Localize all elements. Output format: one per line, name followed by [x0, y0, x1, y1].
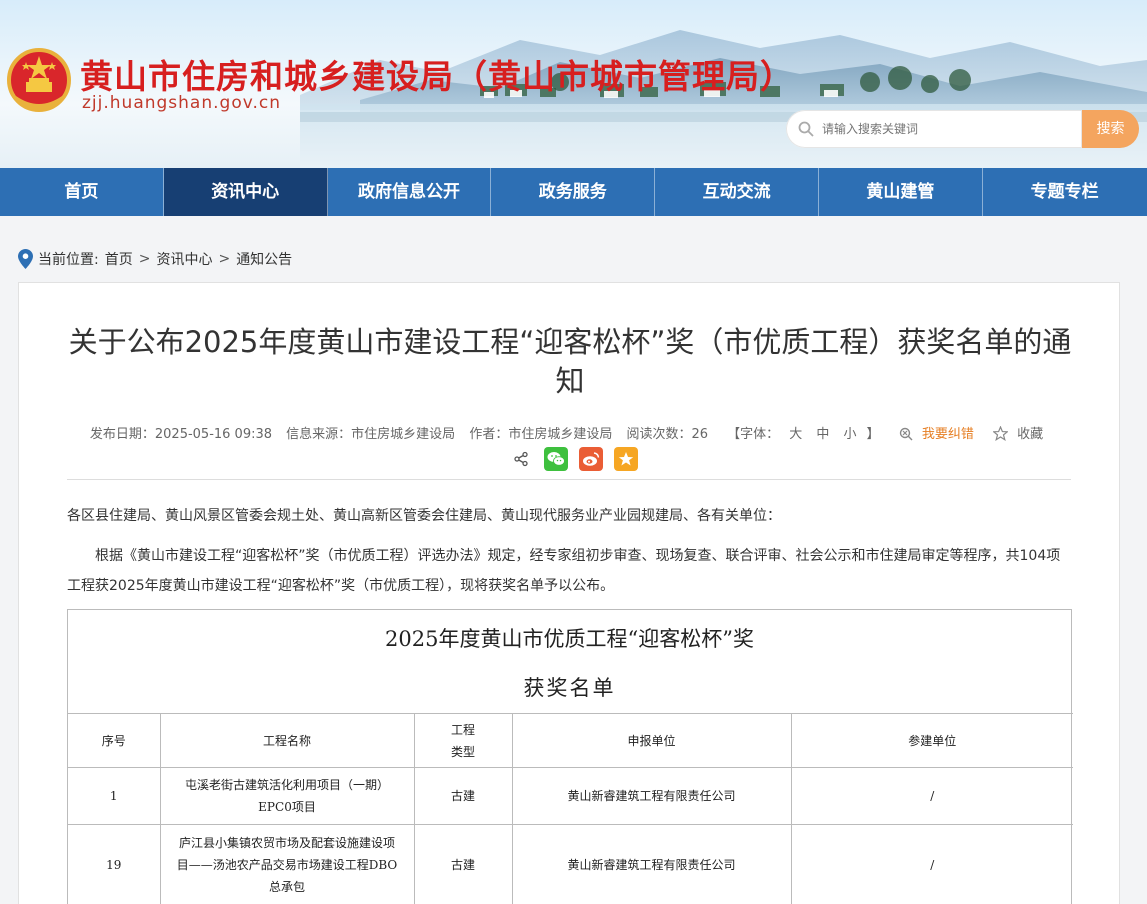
font-size-prefix: 【字体：: [727, 427, 780, 442]
row-no: 19: [68, 824, 161, 904]
author: 作者：市住房城乡建设局: [469, 427, 613, 442]
award-table: 2025年度黄山市优质工程“迎客松杯”奖 获奖名单 序号 工程名称 工程类型 申…: [67, 609, 1073, 904]
row-applicant: 黄山新睿建筑工程有限责任公司: [511, 824, 792, 904]
font-size-suffix: 】: [866, 427, 880, 442]
correct-label: 我要纠错: [921, 427, 974, 442]
row-participant: /: [790, 824, 1073, 904]
row-project-name: 屯溪老街古建筑活化利用项目（一期） EPC0项目: [159, 767, 415, 825]
row-participant: /: [790, 767, 1073, 825]
correct-icon: [899, 427, 913, 441]
font-size-control: 【字体： 大 中 小】: [722, 427, 884, 442]
search-icon: [798, 121, 814, 137]
breadcrumb-news[interactable]: 资讯中心: [156, 249, 212, 269]
table-title: 2025年度黄山市优质工程“迎客松杯”奖 获奖名单: [68, 610, 1071, 713]
header-participant: 参建单位: [790, 713, 1073, 768]
table-row: 1 屯溪老街古建筑活化利用项目（一期） EPC0项目 古建 黄山新睿建筑工程有限责…: [68, 767, 1073, 825]
project-name-line: EPC0项目: [258, 800, 316, 814]
publish-date: 发布日期：2025-05-16 09:38: [89, 427, 273, 442]
share-weibo-button[interactable]: [579, 447, 603, 471]
favorite-label: 收藏: [1017, 427, 1044, 442]
breadcrumb: 当前位置: 首页 > 资讯中心 > 通知公告: [18, 248, 292, 270]
project-name-line: 目——汤池农产品交易市场建设工程DBO: [176, 857, 398, 872]
header-no: 序号: [68, 713, 161, 768]
view-count: 阅读次数：26: [626, 427, 709, 442]
meta-divider: [67, 479, 1071, 480]
nav-news-center[interactable]: 资讯中心: [163, 168, 328, 216]
article-title: 关于公布2025年度黄山市建设工程“迎客松杯”奖（市优质工程）获奖名单的通知: [68, 325, 1072, 398]
article-greeting: 各区县住建局、黄山风景区管委会规土处、黄山高新区管委会住建局、黄山现代服务业产业…: [67, 508, 781, 524]
search-button[interactable]: 搜索: [1082, 110, 1139, 148]
star-outline-icon: [992, 426, 1008, 441]
search-input[interactable]: [822, 118, 1072, 140]
info-source: 信息来源：市住房城乡建设局: [286, 427, 456, 442]
share-qzone-button[interactable]: [614, 447, 638, 471]
header-applicant: 申报单位: [511, 713, 792, 768]
project-name-line: 总承包: [268, 879, 305, 894]
site-domain: zjj.huangshan.gov.cn: [82, 93, 281, 113]
row-project-name: 庐江县小集镇农贸市场及配套设施建设项 目——汤池农产品交易市场建设工程DBO 总承包: [159, 824, 415, 904]
breadcrumb-separator: >: [218, 251, 231, 267]
site-title: 黄山市住房和城乡建设局（黄山市城市管理局）: [80, 57, 794, 96]
row-project-type: 古建: [413, 824, 513, 904]
nav-interaction[interactable]: 互动交流: [655, 168, 819, 216]
font-medium[interactable]: 中: [816, 427, 829, 442]
correct-link[interactable]: 我要纠错: [899, 427, 979, 442]
header-type-line2: 类型: [450, 744, 475, 759]
header-project-type: 工程 类型: [413, 713, 513, 768]
national-emblem-icon: [7, 48, 71, 112]
award-list-table: 序号 工程名称 工程类型 申报单位 参建单位 1 屯溪老街古建筑活化利用项目（一…: [68, 713, 1073, 904]
breadcrumb-notices[interactable]: 通知公告: [236, 249, 292, 269]
nav-gov-services[interactable]: 政务服务: [491, 168, 656, 216]
location-pin-icon: [18, 249, 33, 269]
nav-home[interactable]: 首页: [0, 168, 164, 216]
wechat-icon: [547, 452, 565, 466]
font-large[interactable]: 大: [789, 427, 802, 442]
nav-gov-info[interactable]: 政府信息公开: [328, 168, 492, 216]
row-no: 1: [68, 767, 161, 825]
share-wechat-button[interactable]: [544, 447, 568, 471]
main-nav: 首页 资讯中心 政府信息公开 政务服务 互动交流 黄山建管 专题专栏: [0, 168, 1147, 216]
project-name-line: 庐江县小集镇农贸市场及配套设施建设项: [178, 835, 395, 850]
share-button[interactable]: [509, 447, 533, 471]
nav-huangshan-construction[interactable]: 黄山建管: [819, 168, 983, 216]
breadcrumb-prefix: 当前位置:: [38, 252, 99, 268]
row-applicant: 黄山新睿建筑工程有限责任公司: [511, 767, 792, 825]
breadcrumb-home[interactable]: 首页: [105, 249, 133, 269]
weibo-icon: [583, 452, 600, 466]
row-project-type: 古建: [413, 767, 513, 825]
article-meta: 发布日期：2025-05-16 09:38 信息来源：市住房城乡建设局 作者：市…: [19, 423, 1119, 442]
search-box: [786, 110, 1082, 148]
project-name-line: 屯溪老街古建筑活化利用项目（一期）: [184, 778, 389, 792]
nav-special-topics[interactable]: 专题专栏: [983, 168, 1147, 216]
share-icon: [514, 451, 528, 467]
table-row: 19 庐江县小集镇农贸市场及配套设施建设项 目——汤池农产品交易市场建设工程DBO…: [68, 824, 1073, 904]
header-project-name: 工程名称: [159, 713, 415, 768]
article-card: 关于公布2025年度黄山市建设工程“迎客松杯”奖（市优质工程）获奖名单的通知 发…: [18, 282, 1120, 904]
table-title-line2: 获奖名单: [523, 676, 616, 700]
font-small[interactable]: 小: [844, 427, 857, 442]
table-title-line1: 2025年度黄山市优质工程“迎客松杯”奖: [385, 627, 754, 651]
article-paragraph: 根据《黄山市建设工程“迎客松杯”奖（市优质工程）评选办法》规定，经专家组初步审查…: [67, 548, 1061, 594]
breadcrumb-separator: >: [138, 251, 151, 267]
header-type-line1: 工程: [450, 722, 475, 737]
share-bar: [509, 447, 649, 471]
site-header: 黄山市住房和城乡建设局（黄山市城市管理局） zjj.huangshan.gov.…: [0, 0, 1147, 168]
qzone-icon: [618, 452, 634, 466]
favorite-link[interactable]: 收藏: [992, 426, 1048, 442]
table-header-row: 序号 工程名称 工程类型 申报单位 参建单位: [68, 713, 1073, 768]
